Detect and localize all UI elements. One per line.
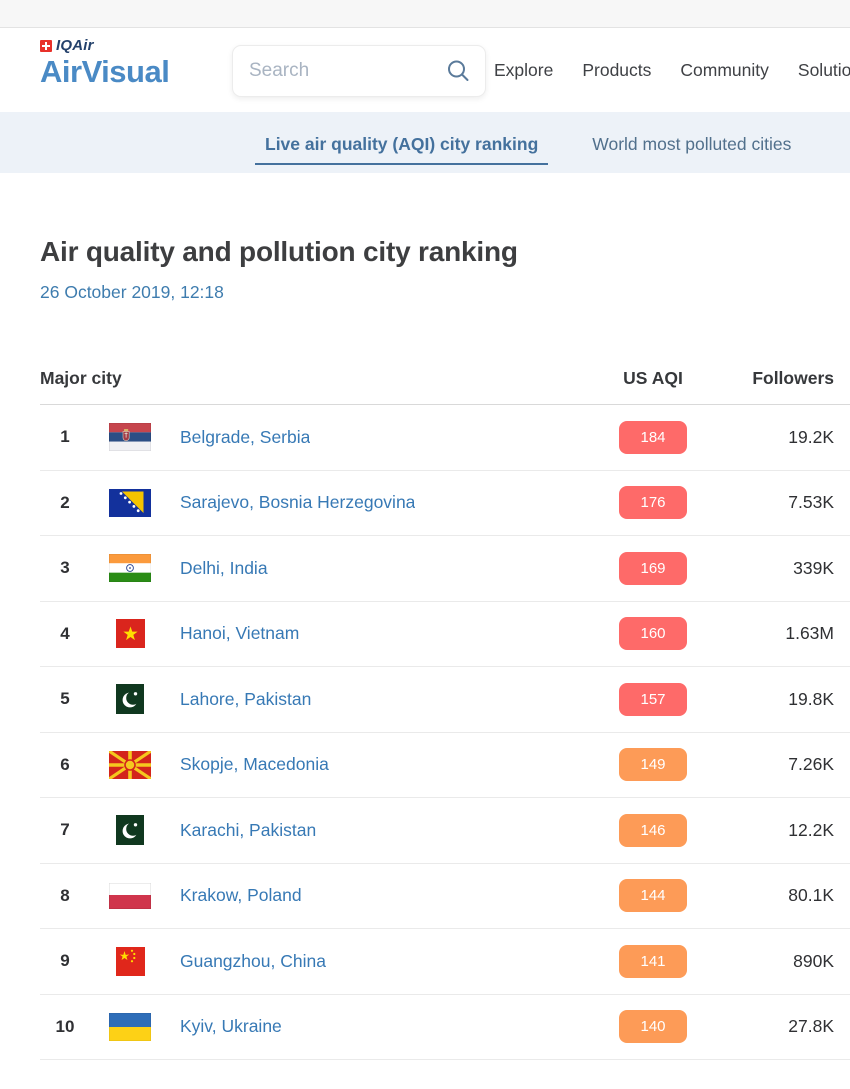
followers-count: 12.2K [788, 820, 834, 840]
column-header-major-city: Major city [40, 368, 603, 389]
flag-china-icon [108, 947, 152, 976]
browser-top-strip [0, 0, 850, 28]
flag-india-icon [108, 554, 152, 582]
tab-band: Live air quality (AQI) city ranking Worl… [0, 112, 850, 173]
city-link[interactable]: Delhi, India [180, 558, 268, 579]
rank-number: 9 [40, 951, 90, 971]
table-row[interactable]: 8 Krakow, Poland 144 80.1K [40, 864, 850, 930]
tab-live-aqi-city-ranking[interactable]: Live air quality (AQI) city ranking [255, 120, 548, 165]
main-content: Air quality and pollution city ranking 2… [0, 236, 850, 1060]
aqi-badge: 149 [619, 748, 687, 781]
tab-world-most-polluted-cities[interactable]: World most polluted cities [592, 120, 791, 165]
aqi-badge: 146 [619, 814, 687, 847]
nav-item-products[interactable]: Products [582, 60, 651, 81]
aqi-badge: 144 [619, 879, 687, 912]
search-box [232, 45, 486, 97]
city-link[interactable]: Kyiv, Ukraine [180, 1016, 282, 1037]
table-row[interactable]: 7 Karachi, Pakistan 146 12.2K [40, 798, 850, 864]
flag-vietnam-icon [108, 619, 152, 648]
table-row[interactable]: 6 Skopje, Macedonia 149 7.26K [40, 733, 850, 799]
followers-count: 80.1K [788, 885, 834, 905]
aqi-badge: 141 [619, 945, 687, 978]
aqi-badge: 176 [619, 486, 687, 519]
aqi-badge: 157 [619, 683, 687, 716]
page-title: Air quality and pollution city ranking [40, 236, 850, 268]
followers-count: 19.2K [788, 427, 834, 447]
flag-poland-icon [108, 883, 152, 909]
table-row[interactable]: 5 Lahore, Pakistan 157 19.8K [40, 667, 850, 733]
nav-item-solutions[interactable]: Solutions [798, 60, 850, 81]
table-row[interactable]: 2 Sarajevo, Bosnia Herzegovina 176 7.53K [40, 471, 850, 537]
column-header-us-aqi: US AQI [603, 368, 703, 389]
city-link[interactable]: Karachi, Pakistan [180, 820, 316, 841]
search-input[interactable] [249, 60, 443, 82]
city-link[interactable]: Krakow, Poland [180, 885, 302, 906]
followers-count: 27.8K [788, 1016, 834, 1036]
city-link[interactable]: Belgrade, Serbia [180, 427, 310, 448]
rank-number: 1 [40, 427, 90, 447]
flag-bosnia-icon [108, 489, 152, 517]
followers-count: 890K [793, 951, 834, 971]
table-header-row: Major city US AQI Followers [40, 353, 850, 405]
flag-pakistan-icon [108, 815, 152, 845]
city-link[interactable]: Guangzhou, China [180, 951, 326, 972]
aqi-badge: 184 [619, 421, 687, 454]
city-ranking-table: Major city US AQI Followers 1 Belgrade, … [40, 353, 850, 1060]
followers-count: 1.63M [785, 623, 834, 643]
followers-count: 19.8K [788, 689, 834, 709]
rank-number: 2 [40, 493, 90, 513]
flag-macedonia-icon [108, 751, 152, 779]
swiss-flag-icon [40, 40, 52, 52]
rank-number: 5 [40, 689, 90, 709]
iqair-airvisual-logo[interactable]: IQAir AirVisual [40, 37, 169, 90]
city-link[interactable]: Hanoi, Vietnam [180, 623, 299, 644]
table-row[interactable]: 9 Guangzhou, China 141 890K [40, 929, 850, 995]
flag-ukraine-icon [108, 1013, 152, 1041]
nav-item-community[interactable]: Community [680, 60, 769, 81]
table-row[interactable]: 10 Kyiv, Ukraine 140 27.8K [40, 995, 850, 1061]
flag-pakistan-icon [108, 684, 152, 714]
rank-number: 7 [40, 820, 90, 840]
rank-number: 3 [40, 558, 90, 578]
aqi-badge: 140 [619, 1010, 687, 1043]
city-link[interactable]: Lahore, Pakistan [180, 689, 311, 710]
flag-serbia-icon [108, 423, 152, 451]
nav-item-explore[interactable]: Explore [494, 60, 553, 81]
followers-count: 339K [793, 558, 834, 578]
city-link[interactable]: Sarajevo, Bosnia Herzegovina [180, 492, 415, 513]
rank-number: 6 [40, 755, 90, 775]
site-header: IQAir AirVisual Explore Products Community… [0, 28, 850, 112]
followers-count: 7.26K [788, 754, 834, 774]
logo-brand-text: IQAir [56, 37, 94, 54]
logo-product-text: AirVisual [40, 54, 169, 90]
ranking-timestamp: 26 October 2019, 12:18 [40, 282, 850, 303]
followers-count: 7.53K [788, 492, 834, 512]
city-link[interactable]: Skopje, Macedonia [180, 754, 329, 775]
main-nav: Explore Products Community Solutions [494, 28, 850, 112]
table-row[interactable]: 3 Delhi, India 169 339K [40, 536, 850, 602]
column-header-followers: Followers [703, 368, 834, 389]
aqi-badge: 169 [619, 552, 687, 585]
rank-number: 4 [40, 624, 90, 644]
rank-number: 8 [40, 886, 90, 906]
table-row[interactable]: 1 Belgrade, Serbia 184 19.2K [40, 405, 850, 471]
rank-number: 10 [40, 1017, 90, 1037]
table-row[interactable]: 4 Hanoi, Vietnam 160 1.63M [40, 602, 850, 668]
aqi-badge: 160 [619, 617, 687, 650]
search-icon[interactable] [443, 56, 473, 86]
